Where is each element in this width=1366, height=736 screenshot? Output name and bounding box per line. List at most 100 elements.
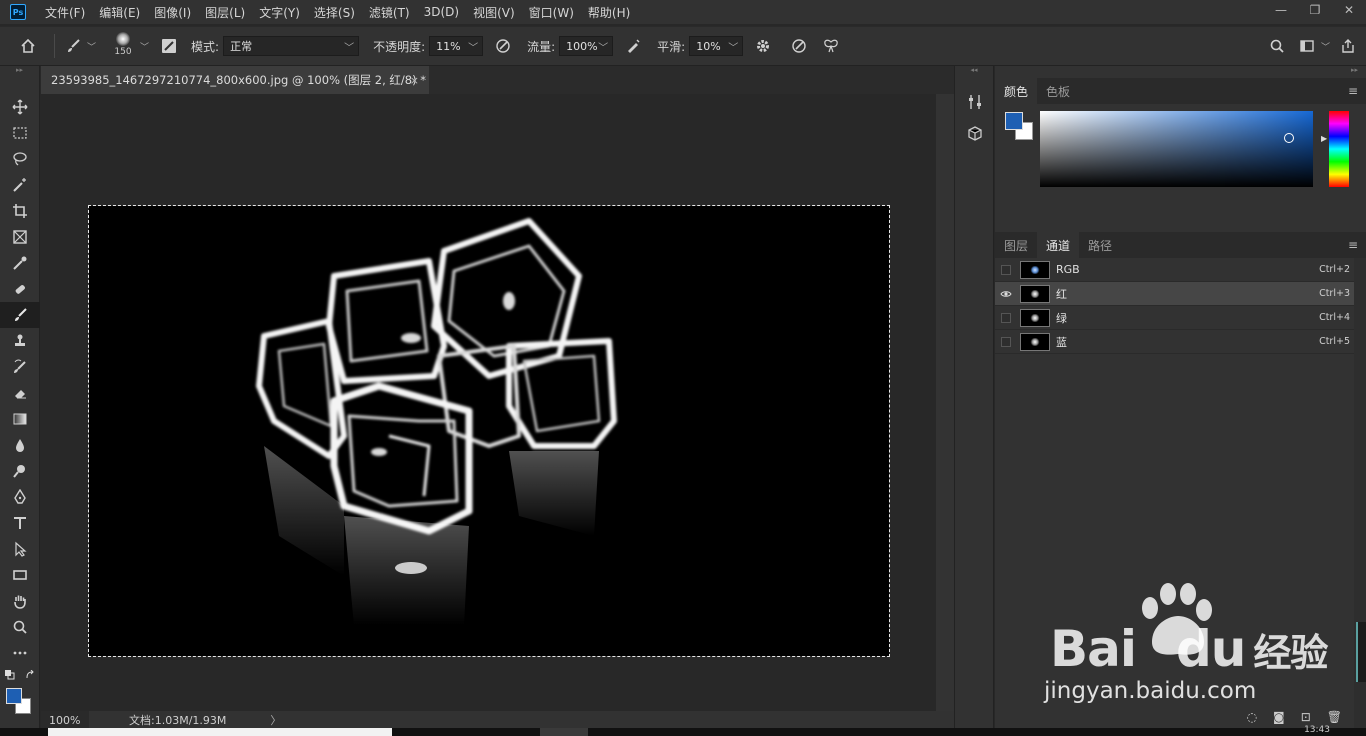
pressure-size-icon[interactable] bbox=[787, 34, 811, 58]
visibility-toggle[interactable] bbox=[995, 330, 1017, 354]
menu-layer[interactable]: 图层(L) bbox=[198, 4, 252, 21]
visibility-toggle[interactable] bbox=[995, 258, 1017, 282]
panel-menu-icon[interactable]: ≡ bbox=[1348, 84, 1358, 98]
search-icon[interactable] bbox=[1265, 34, 1289, 58]
pressure-opacity-icon[interactable] bbox=[491, 34, 515, 58]
chevron-down-icon[interactable]: ﹀ bbox=[140, 40, 149, 53]
marquee-tool-icon[interactable] bbox=[0, 120, 40, 146]
document-tab[interactable]: 23593985_1467297210774_800x600.jpg @ 100… bbox=[41, 66, 429, 94]
status-more-button[interactable]: 〉 bbox=[270, 712, 281, 728]
share-icon[interactable] bbox=[1336, 34, 1360, 58]
brush-preset-picker[interactable]: 150 bbox=[108, 29, 138, 63]
channel-row-rgb[interactable]: RGB Ctrl+2 bbox=[995, 258, 1366, 282]
magic-wand-icon[interactable] bbox=[0, 172, 40, 198]
menu-window[interactable]: 窗口(W) bbox=[522, 4, 581, 21]
close-button[interactable]: ✕ bbox=[1332, 0, 1366, 20]
panel-menu-icon[interactable]: ≡ bbox=[1348, 238, 1358, 252]
channel-thumbnail bbox=[1020, 284, 1050, 303]
swap-colors-icon[interactable] bbox=[0, 666, 40, 684]
healing-brush-icon[interactable] bbox=[0, 276, 40, 302]
menu-edit[interactable]: 编辑(E) bbox=[92, 4, 147, 21]
menu-image[interactable]: 图像(I) bbox=[147, 4, 198, 21]
smoothing-input[interactable]: 10% ﹀ bbox=[689, 36, 744, 56]
color-field[interactable] bbox=[1040, 111, 1313, 187]
menu-3d[interactable]: 3D(D) bbox=[417, 5, 466, 19]
channel-thumbnail bbox=[1020, 332, 1050, 351]
taskbar-app[interactable] bbox=[540, 728, 588, 736]
eraser-icon[interactable] bbox=[0, 380, 40, 406]
brush-tool-icon[interactable] bbox=[61, 34, 85, 58]
panel-grip[interactable]: ▸▸ bbox=[0, 66, 39, 76]
taskbar-search[interactable] bbox=[48, 728, 392, 736]
vertical-scrollbar[interactable] bbox=[936, 94, 954, 711]
brush-tool-icon[interactable] bbox=[0, 302, 40, 328]
save-selection-icon[interactable]: ◙ bbox=[1273, 710, 1285, 724]
foreground-color-swatch[interactable] bbox=[1005, 112, 1023, 130]
move-tool-icon[interactable] bbox=[0, 94, 40, 120]
tab-color[interactable]: 颜色 bbox=[995, 78, 1038, 104]
visibility-off-icon bbox=[1001, 336, 1011, 347]
chevron-down-icon[interactable]: ﹀ bbox=[87, 40, 96, 53]
new-channel-icon[interactable]: ⊡ bbox=[1301, 710, 1311, 724]
chevron-down-icon[interactable]: ﹀ bbox=[1321, 40, 1330, 53]
rectangle-tool-icon[interactable] bbox=[0, 562, 40, 588]
tab-channels[interactable]: 通道 bbox=[1037, 232, 1080, 258]
pen-tool-icon[interactable] bbox=[0, 484, 40, 510]
3d-panel-icon[interactable] bbox=[955, 118, 995, 150]
canvas-pasteboard[interactable] bbox=[41, 94, 936, 711]
channel-row-green[interactable]: 绿 Ctrl+4 bbox=[995, 306, 1366, 330]
menu-file[interactable]: 文件(F) bbox=[38, 4, 92, 21]
restore-button[interactable]: ❐ bbox=[1298, 0, 1332, 20]
crop-tool-icon[interactable] bbox=[0, 198, 40, 224]
channel-row-red[interactable]: 红 Ctrl+3 bbox=[995, 282, 1366, 306]
type-tool-icon[interactable] bbox=[0, 510, 40, 536]
menu-type[interactable]: 文字(Y) bbox=[252, 4, 307, 21]
menu-view[interactable]: 视图(V) bbox=[466, 4, 522, 21]
frame-tool-icon[interactable] bbox=[0, 224, 40, 250]
gradient-tool-icon[interactable] bbox=[0, 406, 40, 432]
document-tab-bar: 23593985_1467297210774_800x600.jpg @ 100… bbox=[41, 66, 954, 94]
symmetry-butterfly-icon[interactable] bbox=[819, 34, 843, 58]
lasso-tool-icon[interactable] bbox=[0, 146, 40, 172]
hand-tool-icon[interactable] bbox=[0, 588, 40, 614]
tab-layers[interactable]: 图层 bbox=[995, 232, 1037, 258]
dodge-tool-icon[interactable] bbox=[0, 458, 40, 484]
load-selection-icon[interactable]: ◌ bbox=[1247, 710, 1257, 724]
panel-edge-handle[interactable] bbox=[1356, 622, 1366, 682]
color-picker-handle[interactable] bbox=[1284, 133, 1294, 143]
tab-paths[interactable]: 路径 bbox=[1079, 232, 1121, 258]
airbrush-icon[interactable] bbox=[621, 34, 645, 58]
channel-row-blue[interactable]: 蓝 Ctrl+5 bbox=[995, 330, 1366, 354]
eyedropper-icon[interactable] bbox=[0, 250, 40, 276]
adjustments-panel-icon[interactable] bbox=[955, 86, 995, 118]
gear-icon[interactable] bbox=[751, 34, 775, 58]
menu-select[interactable]: 选择(S) bbox=[307, 4, 362, 21]
blur-tool-icon[interactable] bbox=[0, 432, 40, 458]
brush-settings-icon[interactable] bbox=[157, 34, 181, 58]
panel-grip[interactable]: ◂◂ bbox=[955, 66, 993, 78]
close-tab-icon[interactable]: × bbox=[410, 74, 419, 87]
workspace-icon[interactable] bbox=[1295, 34, 1319, 58]
zoom-tool-icon[interactable] bbox=[0, 614, 40, 640]
visibility-toggle[interactable] bbox=[995, 282, 1017, 306]
hue-slider-arrow-icon[interactable]: ▶ bbox=[1321, 134, 1327, 143]
more-tools-icon[interactable] bbox=[0, 640, 40, 666]
hue-slider[interactable] bbox=[1329, 111, 1349, 187]
flow-input[interactable]: 100% ﹀ bbox=[559, 36, 614, 56]
path-selection-icon[interactable] bbox=[0, 536, 40, 562]
tab-swatches[interactable]: 色板 bbox=[1037, 78, 1079, 104]
panel-grip[interactable]: ▸▸ bbox=[995, 66, 1366, 78]
home-icon[interactable] bbox=[16, 34, 40, 58]
visibility-toggle[interactable] bbox=[995, 306, 1017, 330]
foreground-color-swatch[interactable] bbox=[6, 688, 22, 704]
opacity-input[interactable]: 11% ﹀ bbox=[429, 36, 484, 56]
trash-icon[interactable]: 🗑 bbox=[1327, 710, 1342, 724]
minimize-button[interactable]: — bbox=[1264, 0, 1298, 20]
menu-filter[interactable]: 滤镜(T) bbox=[362, 4, 417, 21]
history-brush-icon[interactable] bbox=[0, 354, 40, 380]
clone-stamp-icon[interactable] bbox=[0, 328, 40, 354]
document-canvas-image[interactable] bbox=[88, 205, 890, 657]
menu-help[interactable]: 帮助(H) bbox=[581, 4, 637, 21]
zoom-level[interactable]: 100% bbox=[41, 711, 89, 729]
blend-mode-select[interactable]: 正常 ﹀ bbox=[223, 36, 360, 56]
